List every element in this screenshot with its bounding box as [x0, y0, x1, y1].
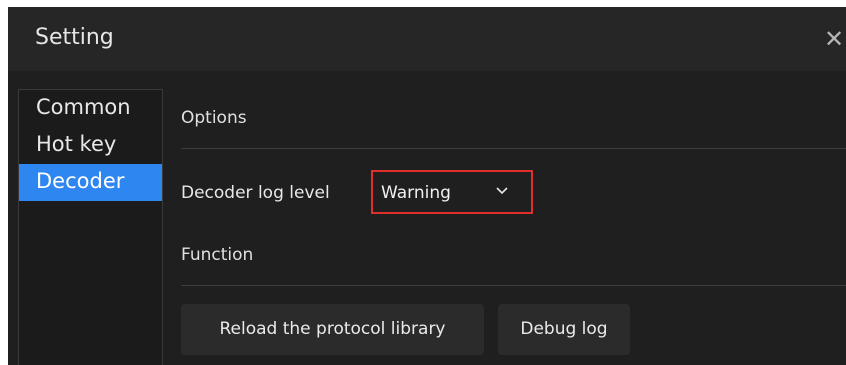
sidebar-item-hot-key[interactable]: Hot key [19, 127, 162, 164]
settings-dialog: Setting ✕ Common Hot key Decoder Options… [8, 7, 846, 365]
close-icon[interactable]: ✕ [822, 25, 846, 53]
options-section-title: Options [181, 108, 247, 128]
function-section-title: Function [181, 245, 254, 265]
chevron-down-icon [496, 187, 508, 195]
title-bar: Setting ✕ [8, 7, 846, 71]
function-divider [181, 285, 846, 286]
debug-log-button[interactable]: Debug log [498, 304, 630, 355]
sidebar-item-decoder[interactable]: Decoder [19, 164, 162, 201]
settings-content: Options Decoder log level Warning Functi… [163, 71, 846, 365]
reload-protocol-library-button[interactable]: Reload the protocol library [181, 304, 484, 355]
sidebar: Common Hot key Decoder [18, 89, 163, 365]
decoder-log-level-value: Warning [381, 183, 451, 203]
decoder-log-level-select[interactable]: Warning [371, 170, 533, 214]
decoder-log-level-label: Decoder log level [181, 183, 330, 203]
dialog-title: Setting [35, 25, 114, 50]
sidebar-item-common[interactable]: Common [19, 90, 162, 127]
options-divider [181, 148, 846, 149]
